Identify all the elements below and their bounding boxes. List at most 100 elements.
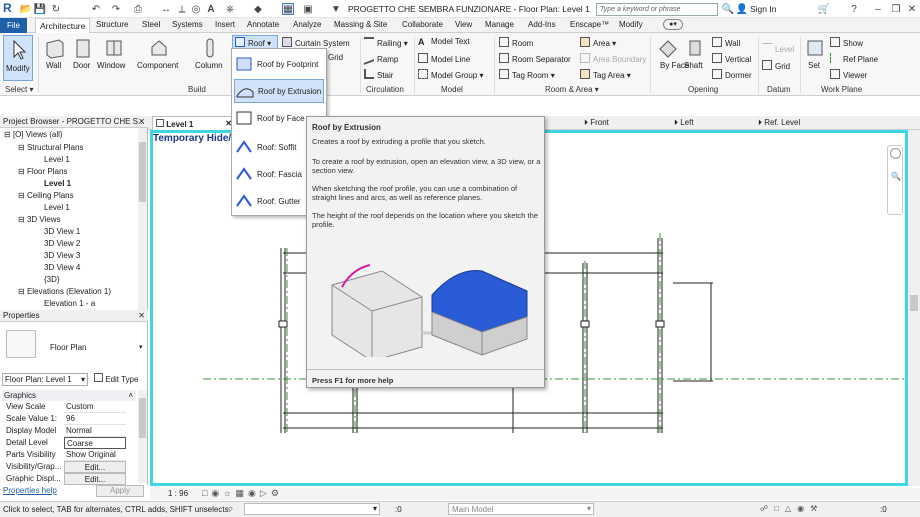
grid-button[interactable]: Grid — [762, 60, 790, 71]
close-icon[interactable]: ✕ — [138, 311, 145, 320]
tab-enscape[interactable]: Enscape™ — [570, 20, 609, 29]
print-icon[interactable]: ⎙ — [132, 3, 144, 15]
maximize-icon[interactable]: ❐ — [890, 3, 902, 15]
tree-item[interactable]: Level 1 — [44, 203, 70, 212]
tab-systems[interactable]: Systems — [172, 20, 203, 29]
pin-icon[interactable]: ◎ — [190, 3, 202, 15]
property-row[interactable]: Scale Value 1: 96 — [2, 413, 146, 425]
tree-item[interactable]: ⊟ Elevations (Elevation 1) — [18, 287, 111, 296]
tree-item[interactable]: 3D View 4 — [44, 263, 80, 272]
tab-analyze[interactable]: Analyze — [293, 20, 321, 29]
close-icon[interactable]: ✕ — [906, 3, 918, 15]
property-row[interactable]: Visibility/Grap... Edit... — [2, 461, 146, 473]
graphics-section[interactable]: Graphics ˄ — [2, 390, 136, 401]
sign-in-link[interactable]: Sign In — [750, 4, 776, 14]
window-button[interactable]: Window — [97, 61, 125, 70]
scrollbar[interactable] — [138, 128, 147, 310]
tree-item[interactable]: ⊟ Floor Plans — [18, 167, 67, 176]
undo-icon[interactable]: ↶ — [90, 3, 102, 15]
help-icon[interactable]: ? — [848, 3, 860, 15]
tree-item[interactable]: ⊟ [O] Views (all) — [4, 130, 63, 139]
modify-button[interactable]: Modify — [3, 35, 33, 81]
vertical-scrollbar[interactable] — [908, 130, 920, 486]
selection-filter-icons[interactable]: ☍□△◉⚒ — [760, 504, 823, 513]
show-button[interactable]: Show — [830, 37, 863, 48]
view-control-icons[interactable]: □◉☼▦◉▷⚙ — [202, 488, 283, 499]
tab-view[interactable]: View — [455, 20, 472, 29]
roof-by-footprint-item[interactable]: Roof by Footprint — [234, 52, 324, 76]
vertical-button[interactable]: Vertical — [712, 53, 751, 64]
type-selector[interactable]: Floor Plan — [50, 343, 86, 352]
view-tab-left[interactable]: ⏵ Left — [674, 118, 694, 128]
customize-icon[interactable]: ▼ — [330, 3, 342, 15]
property-row[interactable]: Graphic Displ... Edit... — [2, 473, 146, 485]
tree-item[interactable]: ⊟ Ceiling Plans — [18, 191, 74, 200]
sync-icon[interactable]: ↻ — [50, 3, 62, 15]
tree-item[interactable]: 3D View 3 — [44, 251, 80, 260]
window-icon[interactable] — [103, 37, 125, 59]
property-row[interactable]: Detail Level Coarse — [2, 437, 146, 449]
property-row[interactable]: View Scale Custom — [2, 401, 146, 413]
search-icon[interactable]: 🔍 — [722, 3, 734, 15]
model-line-button[interactable]: Model Line — [418, 53, 470, 64]
save-icon[interactable]: 💾 — [34, 3, 46, 15]
room-button[interactable]: Room — [499, 37, 533, 48]
apply-button[interactable]: Apply — [96, 485, 144, 497]
tag-room-button[interactable]: Tag Room ▾ — [499, 69, 555, 80]
close-icon[interactable]: ✕ — [138, 117, 145, 126]
dormer-button[interactable]: Dormer — [712, 69, 752, 80]
shaft-button[interactable]: Shaft — [684, 61, 703, 70]
curtain-grid-button[interactable]: Grid — [328, 53, 343, 62]
level-button[interactable]: Level — [762, 43, 794, 54]
wall-button[interactable]: Wall — [46, 61, 61, 70]
steering-wheel-icon[interactable] — [890, 148, 901, 159]
column-icon[interactable] — [199, 37, 221, 59]
tab-steel[interactable]: Steel — [142, 20, 160, 29]
redo-icon[interactable]: ↷ — [110, 3, 122, 15]
viewer-button[interactable]: Viewer — [830, 69, 867, 80]
tree-item[interactable]: 3D View 1 — [44, 227, 80, 236]
workset-dropdown[interactable]: ▾ — [244, 503, 380, 515]
measure-icon[interactable]: ↔ — [160, 3, 172, 15]
zoom-icon[interactable]: 🔍 — [891, 172, 901, 181]
set-icon[interactable] — [804, 37, 826, 59]
model-text-button[interactable]: A Model Text — [418, 37, 470, 47]
open-icon[interactable]: 📂 — [20, 3, 32, 15]
curtain-system-button[interactable]: Curtain System — [282, 37, 350, 48]
view-tab-front[interactable]: ⏵ Front — [584, 118, 609, 128]
room-separator-button[interactable]: Room Separator — [499, 53, 571, 64]
shaft-icon[interactable] — [684, 37, 706, 59]
cart-icon[interactable]: 🛒 — [818, 3, 830, 15]
tree-item[interactable]: ⊟ Structural Plans — [18, 143, 83, 152]
view-scale[interactable]: 1 : 96 — [168, 489, 188, 498]
app-logo[interactable]: R — [3, 1, 12, 15]
model-group-button[interactable]: Model Group ▾ — [418, 69, 484, 80]
tree-item[interactable]: 3D View 2 — [44, 239, 80, 248]
railing-button[interactable]: Railing ▾ — [364, 37, 408, 48]
navigation-bar[interactable]: 🔍 — [887, 145, 903, 215]
wall-icon[interactable] — [44, 37, 66, 59]
instance-filter[interactable]: Floor Plan: Level 1 ▾ — [2, 373, 88, 386]
search-input[interactable]: Type a keyword or phrase — [596, 3, 718, 16]
column-button[interactable]: Column — [195, 61, 223, 70]
roof-by-extrusion-item[interactable]: Roof by Extrusion — [234, 79, 324, 103]
property-row[interactable]: Display Model Normal — [2, 425, 146, 437]
tab-manage[interactable]: Manage — [485, 20, 514, 29]
by-face-icon[interactable] — [657, 37, 679, 59]
tree-item[interactable]: ⊟ 3D Views — [18, 215, 61, 224]
scrollbar[interactable] — [138, 390, 147, 483]
ref-plane-button[interactable]: Ref Plane — [830, 53, 878, 64]
property-row[interactable]: Parts Visibility Show Original — [2, 449, 146, 461]
tab-annotate[interactable]: Annotate — [247, 20, 279, 29]
tag-area-button[interactable]: Tag Area ▾ — [580, 69, 631, 80]
room-area-group-title[interactable]: Room & Area ▾ — [545, 85, 599, 94]
tree-item[interactable]: Elevation 1 - a — [44, 299, 95, 308]
tab-collaborate[interactable]: Collaborate — [402, 20, 443, 29]
dimension-icon[interactable]: ⟂ — [176, 3, 188, 15]
user-icon[interactable]: 👤 — [736, 3, 748, 15]
tab-add-ins[interactable]: Add-Ins — [528, 20, 556, 29]
view-tab-ref-level[interactable]: ⏵ Ref. Level — [758, 118, 800, 128]
tree-item[interactable]: Level 1 — [44, 179, 71, 188]
text-icon[interactable]: A — [205, 3, 217, 15]
chevron-down-icon[interactable]: ▾ — [139, 343, 143, 351]
